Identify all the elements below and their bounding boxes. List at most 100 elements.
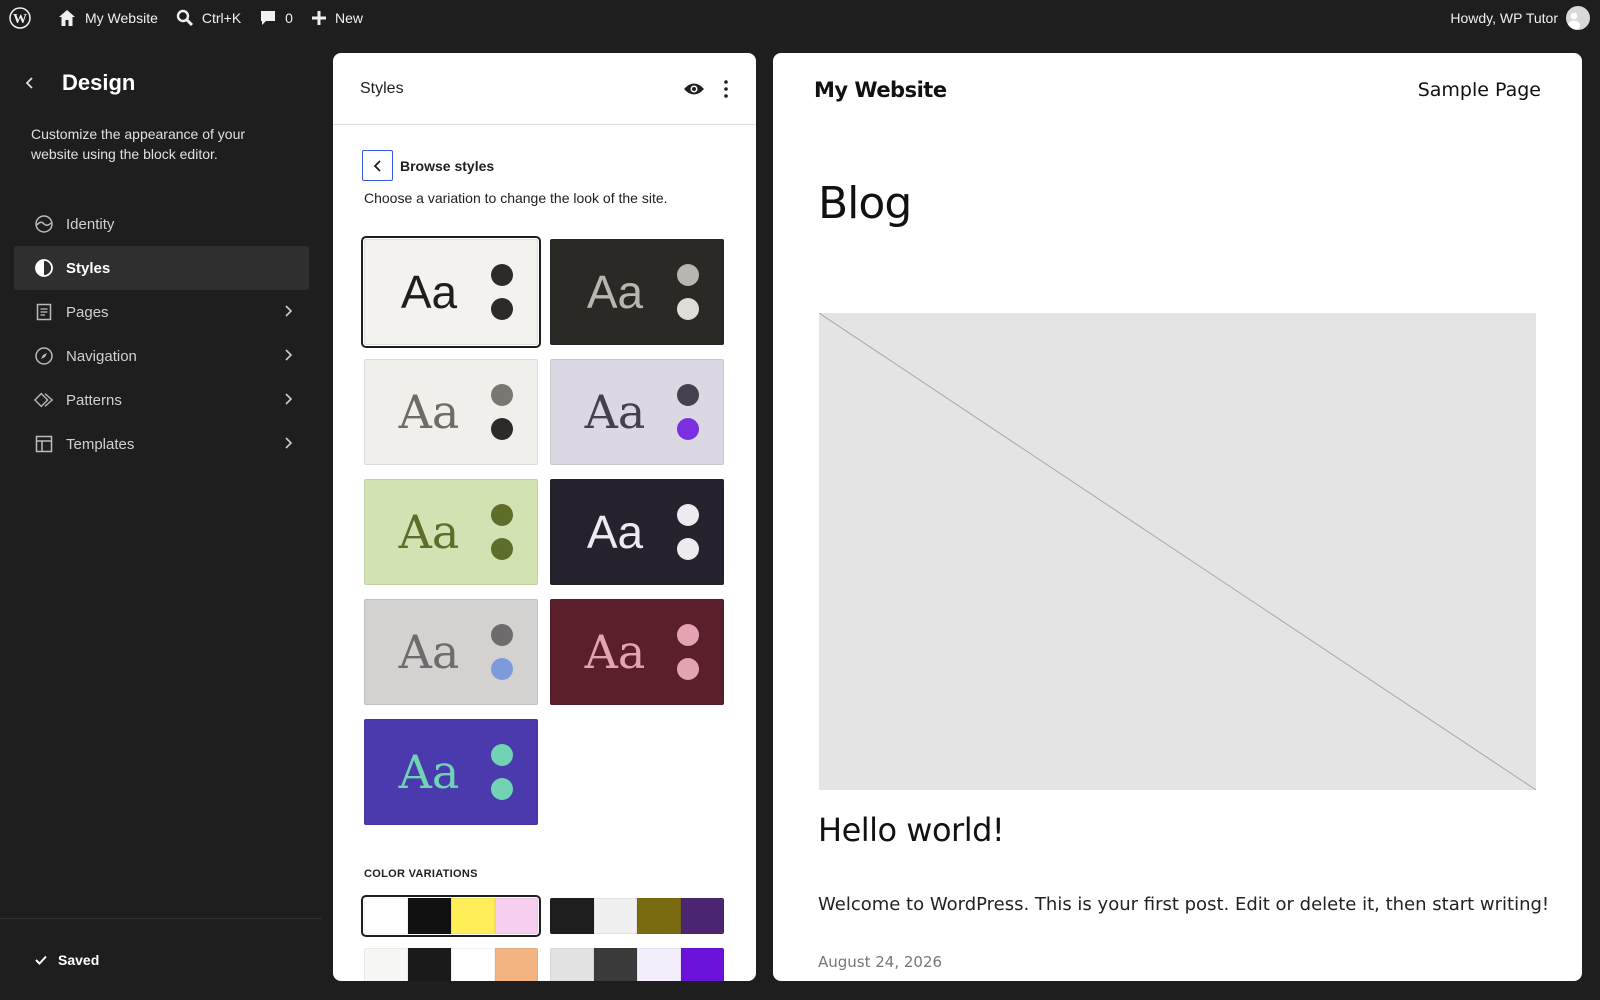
wordpress-logo-menu[interactable]: W xyxy=(0,0,48,36)
style-variation[interactable]: Aa xyxy=(550,359,724,465)
color-variation[interactable] xyxy=(364,948,538,981)
variation-preview-text: Aa xyxy=(584,385,646,439)
plus-icon xyxy=(311,11,326,25)
color-dot xyxy=(677,624,699,646)
style-variation[interactable]: Aa xyxy=(364,719,538,825)
color-swatch xyxy=(407,898,451,934)
color-dot xyxy=(677,504,699,526)
post-title[interactable]: Hello world! xyxy=(818,811,1005,849)
chevron-right-icon xyxy=(283,392,293,409)
sidebar-description: Customize the appearance of your website… xyxy=(31,126,246,162)
sidebar-item-styles[interactable]: Styles xyxy=(14,246,309,290)
browse-styles-description: Choose a variation to change the look of… xyxy=(364,190,668,206)
avatar xyxy=(1566,6,1590,30)
home-icon xyxy=(59,10,75,26)
browse-back-button[interactable] xyxy=(362,150,393,181)
color-swatch xyxy=(494,898,538,934)
color-swatch xyxy=(680,948,724,981)
style-variation[interactable]: Aa xyxy=(550,599,724,705)
color-dot xyxy=(491,418,513,440)
sidebar-item-label: Styles xyxy=(66,259,111,277)
post-excerpt: Welcome to WordPress. This is your first… xyxy=(818,894,1550,915)
style-variation[interactable]: Aa xyxy=(364,479,538,585)
command-search-button[interactable]: Ctrl+K xyxy=(167,0,250,36)
back-button[interactable] xyxy=(18,71,42,95)
more-options-button[interactable] xyxy=(723,79,729,99)
styles-panel: Styles Browse styles Choose a variation … xyxy=(333,53,756,981)
chevron-left-icon xyxy=(373,159,381,172)
sidebar-item-label: Navigation xyxy=(66,347,137,365)
variation-preview-text: Aa xyxy=(398,745,460,799)
chevron-right-icon xyxy=(283,436,293,453)
style-variation[interactable]: Aa xyxy=(361,236,541,348)
color-variation[interactable] xyxy=(550,898,724,934)
styles-panel-header: Styles xyxy=(333,53,756,125)
color-dot xyxy=(491,624,513,646)
style-book-button[interactable] xyxy=(683,81,705,97)
new-content-button[interactable]: New xyxy=(302,0,372,36)
comment-icon xyxy=(261,11,276,25)
variation-preview-text: Aa xyxy=(584,625,646,679)
variation-preview-text: Aa xyxy=(586,266,644,318)
color-dot xyxy=(677,384,699,406)
color-dot xyxy=(491,538,513,560)
color-dot xyxy=(677,298,699,320)
comments-count: 0 xyxy=(285,10,293,26)
color-variation[interactable] xyxy=(361,895,541,937)
page-title: Blog xyxy=(818,178,912,229)
color-swatch xyxy=(364,898,408,934)
variation-preview-text: Aa xyxy=(398,385,460,439)
comments-link[interactable]: 0 xyxy=(250,0,302,36)
save-status: Saved xyxy=(0,918,322,1000)
sidebar-item-label: Patterns xyxy=(66,391,122,409)
sidebar-item-patterns[interactable]: Patterns xyxy=(14,378,309,422)
search-shortcut-label: Ctrl+K xyxy=(201,10,242,26)
color-dot xyxy=(677,658,699,680)
style-variation[interactable]: Aa xyxy=(364,599,538,705)
color-swatch xyxy=(550,948,594,981)
site-title: My Website xyxy=(814,78,947,102)
saved-label: Saved xyxy=(58,951,100,968)
variation-preview-text: Aa xyxy=(398,625,460,679)
post-date: August 24, 2026 xyxy=(818,953,943,971)
color-dot xyxy=(491,384,513,406)
chevron-left-icon xyxy=(25,77,33,89)
site-name-link[interactable]: My Website xyxy=(48,0,167,36)
color-swatch xyxy=(637,898,681,934)
design-sidebar: Design Customize the appearance of your … xyxy=(0,36,322,1000)
nav-link-sample-page[interactable]: Sample Page xyxy=(1418,79,1541,101)
page-icon xyxy=(34,302,54,322)
color-dot xyxy=(677,264,699,286)
color-dot xyxy=(491,778,513,800)
color-variations-heading: COLOR VARIATIONS xyxy=(364,868,478,880)
site-preview[interactable]: My Website Sample Page Blog Hello world!… xyxy=(773,53,1582,981)
compass-icon xyxy=(34,346,54,366)
eye-icon xyxy=(684,83,704,94)
color-swatch xyxy=(593,948,637,981)
sidebar-item-navigation[interactable]: Navigation xyxy=(14,334,309,378)
color-variation[interactable] xyxy=(550,948,724,981)
color-swatch xyxy=(407,948,451,981)
color-swatch xyxy=(494,948,538,981)
style-variation[interactable]: Aa xyxy=(550,479,724,585)
variation-preview-text: Aa xyxy=(398,505,460,559)
color-dot xyxy=(491,744,513,766)
account-menu[interactable]: Howdy, WP Tutor xyxy=(1441,0,1600,36)
browse-styles-header: Browse styles xyxy=(362,150,494,181)
color-dot xyxy=(677,418,699,440)
sidebar-item-templates[interactable]: Templates xyxy=(14,422,309,466)
featured-image-placeholder xyxy=(819,313,1536,790)
new-label: New xyxy=(334,10,363,26)
sidebar-item-pages[interactable]: Pages xyxy=(14,290,309,334)
color-dot xyxy=(491,264,513,286)
browse-styles-title: Browse styles xyxy=(400,157,495,174)
contrast-icon xyxy=(34,258,54,278)
layout-icon xyxy=(34,434,54,454)
sidebar-item-identity[interactable]: Identity xyxy=(14,202,309,246)
style-variation[interactable]: Aa xyxy=(364,359,538,465)
color-swatch xyxy=(593,898,637,934)
style-variation[interactable]: Aa xyxy=(550,239,724,345)
color-dot xyxy=(491,658,513,680)
style-variations-grid: Aa Aa Aa Aa Aa Aa Aa Aa Aa xyxy=(361,236,724,825)
greeting-label: Howdy, WP Tutor xyxy=(1450,10,1558,26)
